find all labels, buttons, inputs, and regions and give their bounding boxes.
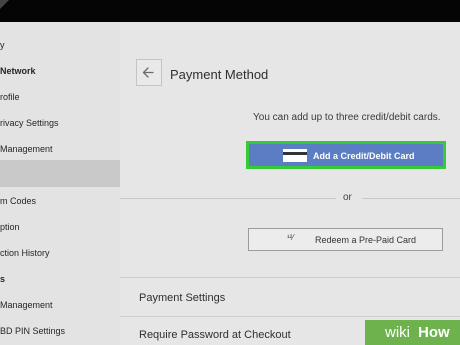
sidebar-header-s: s: [0, 272, 132, 286]
wikihow-watermark: wiki How: [365, 320, 460, 345]
sidebar-item-label: BD PIN Settings: [0, 326, 66, 336]
info-text: You can add up to three credit/debit car…: [253, 112, 441, 123]
sidebar-item-management[interactable]: Management: [0, 142, 132, 156]
divider-right: [362, 198, 460, 199]
top-bar: [0, 0, 460, 22]
sidebar-item-bd-pin-settings[interactable]: BD PIN Settings: [0, 324, 132, 338]
section-separator: [120, 277, 460, 278]
sidebar-item-label: Management: [0, 144, 53, 154]
sidebar-item-label: ction History: [0, 248, 50, 258]
sidebar-item-transaction-history[interactable]: ction History: [0, 246, 132, 260]
sidebar-item-privacy-settings[interactable]: rivacy Settings: [0, 116, 132, 130]
section-separator: [120, 316, 460, 317]
require-password-label: Require Password at Checkout: [139, 329, 291, 341]
watermark-part1: wiki: [385, 324, 410, 341]
sidebar: y Network rofile rivacy Settings Managem…: [0, 22, 132, 345]
sidebar-item-payment-active[interactable]: [0, 160, 132, 187]
sidebar-header-network: Network: [0, 64, 132, 78]
divider-left: [120, 198, 336, 199]
sidebar-item-subscription[interactable]: ption: [0, 220, 132, 234]
redeem-label: Redeem a Pre-Paid Card: [315, 235, 417, 245]
sidebar-item-0[interactable]: y: [0, 38, 132, 52]
sidebar-item-profile[interactable]: rofile: [0, 90, 132, 104]
sidebar-item-label: y: [0, 40, 5, 50]
add-card-label: Add a Credit/Debit Card: [313, 151, 415, 161]
payment-settings-title: Payment Settings: [139, 292, 226, 304]
watermark-part2: How: [418, 324, 450, 341]
sidebar-item-label: ption: [0, 222, 20, 232]
corner-icon: [0, 0, 9, 9]
arrow-left-icon: [142, 67, 154, 78]
back-button[interactable]: [136, 59, 162, 86]
sidebar-item-label: rivacy Settings: [0, 118, 59, 128]
sidebar-item-label: rofile: [0, 92, 20, 102]
sidebar-item-label: Management: [0, 300, 53, 310]
page-title: Payment Method: [170, 67, 269, 82]
or-separator-text: or: [343, 192, 352, 203]
sidebar-item-management-2[interactable]: Management: [0, 298, 132, 312]
sidebar-header-label: Network: [0, 66, 36, 76]
sidebar-header-label: s: [0, 274, 6, 284]
card-stripe: [283, 152, 307, 155]
sidebar-item-codes[interactable]: m Codes: [0, 194, 132, 208]
sidebar-item-label: m Codes: [0, 196, 37, 206]
add-credit-debit-card-button[interactable]: Add a Credit/Debit Card: [246, 141, 446, 169]
credit-card-icon: [283, 149, 307, 162]
redeem-prepaid-card-button[interactable]: ¹²⁄ Redeem a Pre-Paid Card: [248, 228, 443, 251]
prepaid-card-icon: ¹²⁄: [287, 233, 294, 242]
